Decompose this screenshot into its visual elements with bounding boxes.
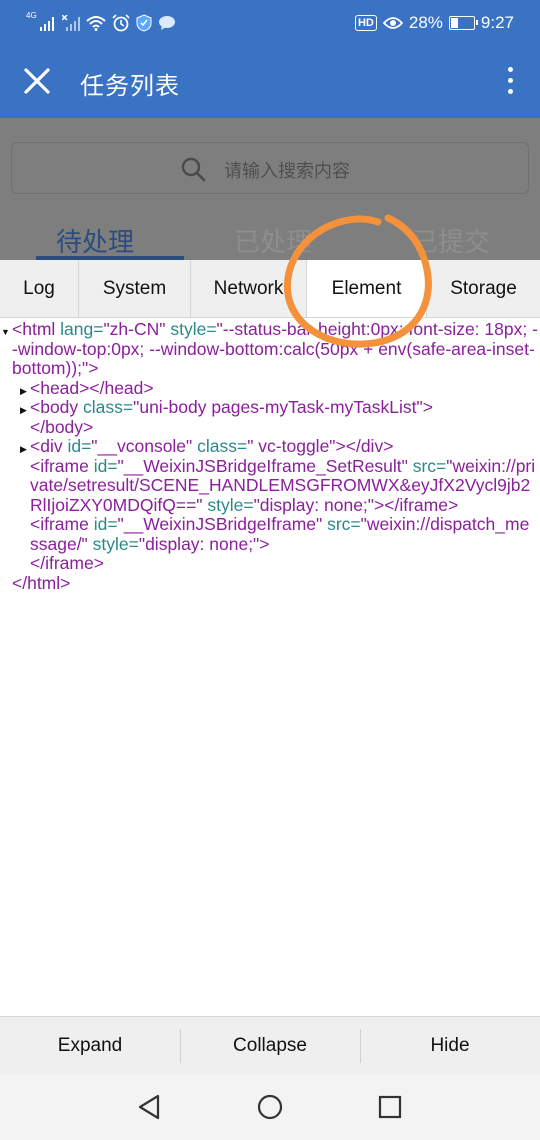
node-iframe-bridge[interactable]: <iframe id="__WeixinJSBridgeIframe" src=… [12, 514, 538, 554]
alarm-icon [112, 14, 130, 32]
expanded-arrow-icon[interactable]: ▼ [1, 323, 10, 343]
home-circle-icon[interactable] [254, 1091, 286, 1123]
tag-end: > [259, 533, 270, 554]
signal-x-icon [61, 15, 80, 31]
attr-name: id= [88, 455, 118, 476]
node-iframe-setresult[interactable]: <iframe id="__WeixinJSBridgeIframe_SetRe… [12, 455, 538, 516]
attr-name: class= [78, 397, 134, 417]
status-left: 4G [26, 10, 176, 36]
node-body[interactable]: ▶ <body class="uni-body pages-myTask-myTa… [12, 397, 538, 418]
attr-name: id= [88, 514, 118, 534]
attr-value: "__WeixinJSBridgeIframe" [117, 514, 323, 534]
hd-badge: HD [354, 15, 377, 31]
tag-close: </body> [30, 416, 94, 437]
attr-name: style= [202, 494, 254, 515]
attr-name: lang= [55, 320, 104, 339]
hide-button[interactable]: Hide [360, 1017, 540, 1074]
vconsole-tab-storage[interactable]: Storage [427, 260, 540, 317]
tag-name: <body [30, 397, 79, 417]
close-icon [24, 68, 50, 94]
tab-processed[interactable]: 已处理 [234, 222, 312, 259]
status-time: 9:27 [480, 13, 514, 32]
back-triangle-icon[interactable] [134, 1091, 166, 1123]
attr-name: src= [407, 455, 447, 476]
status-right: HD 28% 9:27 [354, 10, 514, 36]
battery-percent: 28% [408, 13, 443, 32]
node-html-close: </html> [12, 572, 538, 594]
attr-name: style= [165, 320, 217, 339]
status-bar: 4G HD 28% 9:27 [0, 0, 540, 46]
node-vconsole-div[interactable]: ▶ <div id="__vconsole" class=" vc-toggle"… [12, 436, 538, 457]
attr-name: src= [322, 514, 361, 534]
eye-icon [382, 17, 403, 29]
attr-value: "__vconsole" [91, 436, 193, 456]
recents-square-icon[interactable] [374, 1091, 406, 1123]
tag-end: > [422, 397, 433, 417]
attr-name: style= [87, 533, 139, 554]
tag-name: <head> [30, 377, 90, 398]
battery-icon [448, 16, 478, 30]
attr-value: "display: none;" [138, 533, 260, 554]
attr-value: " vc-toggle" [247, 436, 336, 456]
tag-name: <iframe [30, 455, 89, 476]
chat-icon [158, 16, 175, 30]
vconsole-toolbar: Expand Collapse Hide [0, 1016, 540, 1074]
tag-close: </iframe> [30, 553, 104, 573]
vconsole-tabs: Log System Network Element Storage [0, 260, 540, 318]
node-body-close: </body> [12, 416, 538, 438]
expand-button[interactable]: Expand [0, 1017, 180, 1074]
node-head[interactable]: ▶ <head></head> [12, 377, 538, 399]
tag-name: <div [30, 436, 63, 456]
element-tree: ▼ <html lang="zh-CN" style="--status-bar-… [0, 320, 540, 1016]
tag-close: </html> [12, 572, 71, 593]
network-type: 4G [26, 11, 37, 20]
search-input[interactable]: 请输入搜索内容 [11, 142, 529, 194]
vconsole-tab-log[interactable]: Log [0, 260, 79, 317]
tab-submitted[interactable]: 已提交 [412, 222, 490, 259]
search-placeholder: 请输入搜索内容 [224, 161, 350, 181]
search-icon [181, 157, 206, 182]
vconsole-tab-network[interactable]: Network [191, 260, 307, 317]
attr-value: "__WeixinJSBridgeIframe_SetResult" [117, 455, 408, 476]
vconsole-tab-system[interactable]: System [79, 260, 191, 317]
attr-value: "display: none;" [253, 494, 375, 515]
node-iframe-close: </iframe> [12, 553, 538, 574]
vconsole-tab-element[interactable]: Element [307, 260, 427, 317]
signal-icon [39, 17, 54, 31]
tag-name: <iframe [30, 514, 89, 534]
more-vertical-icon[interactable] [502, 64, 518, 100]
tab-pending[interactable]: 待处理 [56, 222, 134, 259]
close-button[interactable] [18, 62, 56, 100]
app-header: 任务列表 [0, 46, 540, 118]
node-html[interactable]: ▼ <html lang="zh-CN" style="--status-bar-… [1, 320, 538, 379]
tag-end: ></div> [335, 436, 394, 456]
collapse-button[interactable]: Collapse [180, 1017, 360, 1074]
attr-name: class= [192, 436, 248, 456]
tag-name: <html [12, 320, 56, 339]
wifi-icon [86, 16, 106, 31]
system-nav-bar [0, 1074, 540, 1140]
page-title: 任务列表 [80, 73, 180, 100]
tag-end: ></iframe> [374, 494, 459, 515]
tag-end: > [88, 358, 99, 378]
attr-value: "zh-CN" [103, 320, 166, 339]
shield-icon [136, 14, 152, 32]
attr-value: "uni-body pages-myTask-myTaskList" [133, 397, 423, 417]
attr-name: id= [62, 436, 92, 456]
page-overlay: 请输入搜索内容 待处理 已处理 已提交 [0, 118, 540, 260]
tag-close: </head> [89, 377, 154, 398]
